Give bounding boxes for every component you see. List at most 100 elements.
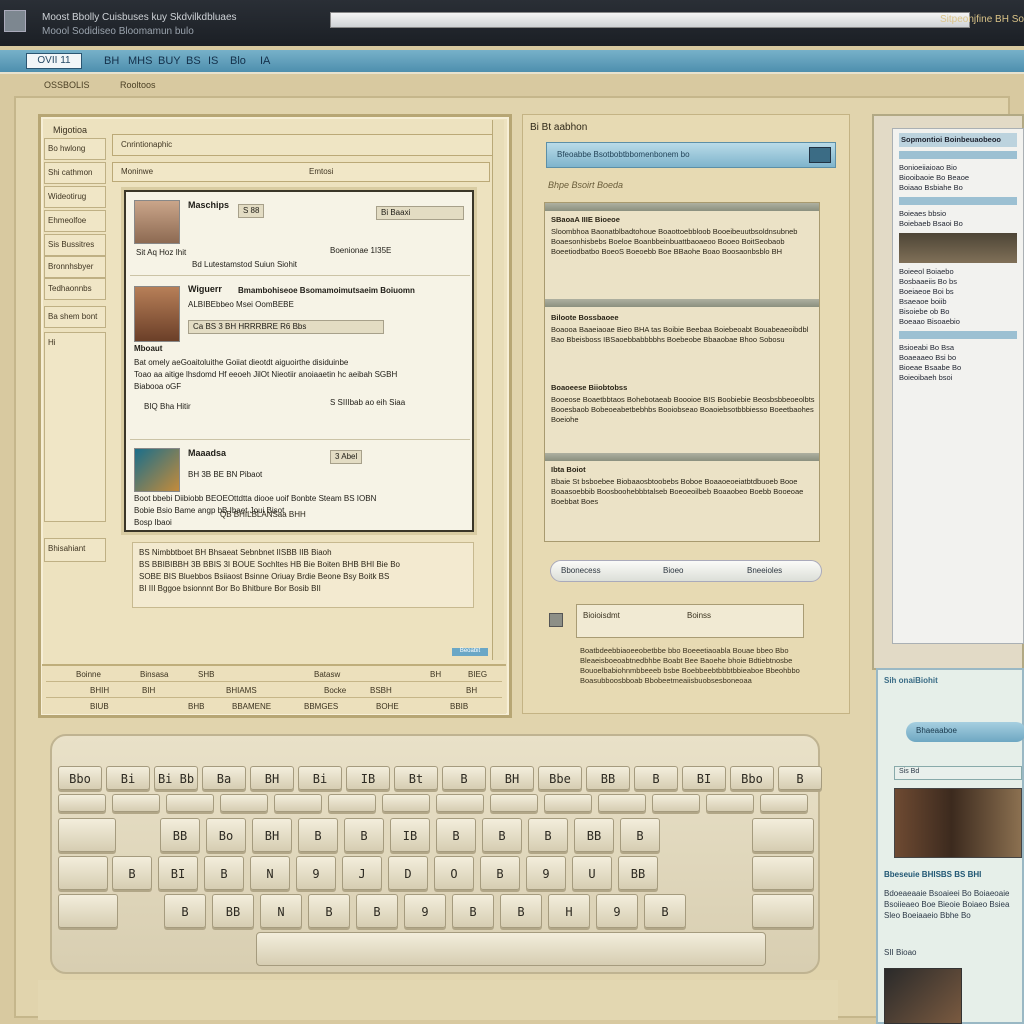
keyboard-key[interactable]: D (388, 856, 428, 890)
keyboard-key[interactable] (58, 818, 116, 852)
toolbar-item[interactable]: IA (260, 55, 270, 67)
breadcrumb[interactable]: Rooltoos (120, 80, 156, 90)
keyboard-key[interactable]: B (164, 894, 206, 928)
action-button[interactable]: Bbonecess (561, 566, 601, 575)
input-form[interactable]: Bioioisdmt Boinss (549, 604, 804, 638)
keyboard-key[interactable]: B (528, 818, 568, 852)
footer-cell[interactable]: BOHE (376, 702, 399, 711)
document-icon[interactable] (549, 613, 563, 627)
toolbar-item[interactable]: BS (186, 55, 201, 67)
footer-cell[interactable]: BBMGES (304, 702, 338, 711)
keyboard-key[interactable] (274, 794, 322, 812)
keyboard-key[interactable] (58, 856, 108, 890)
keyboard-key[interactable]: BI (682, 766, 726, 790)
keyboard-key[interactable] (752, 894, 814, 928)
keyboard-key[interactable] (752, 818, 814, 852)
action-button[interactable]: Bioeo (663, 566, 683, 575)
keyboard-key[interactable]: BH (490, 766, 534, 790)
footer-cell[interactable]: BH (466, 686, 477, 695)
footer-cell[interactable]: BBIB (450, 702, 468, 711)
spacebar-key[interactable] (256, 932, 766, 966)
keyboard-key[interactable]: U (572, 856, 612, 890)
keyboard-key[interactable]: Bi (298, 766, 342, 790)
footer-cell[interactable]: BIUB (90, 702, 109, 711)
sidebar-item[interactable]: Wideotirug (44, 186, 106, 208)
post-actions[interactable]: S SIIIbab ao eih Siaa (330, 398, 405, 407)
footer-cell[interactable]: Bocke (324, 686, 346, 695)
keyboard-key[interactable]: B (634, 766, 678, 790)
footer-cell[interactable]: BIEG (468, 670, 487, 679)
keyboard-key[interactable]: H (548, 894, 590, 928)
keyboard-key[interactable] (760, 794, 808, 812)
keyboard-key[interactable]: Bt (394, 766, 438, 790)
avatar[interactable] (134, 200, 180, 244)
footer-cell[interactable]: Binsasa (140, 670, 168, 679)
photo-image[interactable] (894, 788, 1022, 858)
keyboard-key[interactable]: N (250, 856, 290, 890)
sidebar-item[interactable]: Hi (44, 332, 106, 522)
keyboard-key[interactable] (490, 794, 538, 812)
footer-cell[interactable]: BBAMENE (232, 702, 271, 711)
footer-cell[interactable]: BHIAMS (226, 686, 257, 695)
corner-label[interactable]: Beoabit (452, 648, 488, 656)
keyboard-key[interactable] (58, 894, 118, 928)
sidebar-item[interactable]: Ehmeolfoe (44, 210, 106, 232)
keyboard-key[interactable]: B (204, 856, 244, 890)
sidebar-item[interactable]: Sis Bussitres (44, 234, 106, 256)
post-button[interactable]: Bi Baaxi (376, 206, 464, 220)
keyboard-key[interactable]: BB (586, 766, 630, 790)
keyboard-key[interactable]: J (342, 856, 382, 890)
keyboard-key[interactable]: O (434, 856, 474, 890)
search-bar[interactable]: Bfeoabbe Bsotbobtbbomenbonem bo (546, 142, 836, 168)
user-avatar[interactable] (4, 10, 26, 32)
footer-cell[interactable]: BH (430, 670, 441, 679)
keyboard-key[interactable]: B (308, 894, 350, 928)
avatar[interactable] (134, 286, 180, 342)
keyboard-key[interactable]: 9 (296, 856, 336, 890)
keyboard-key[interactable]: 9 (526, 856, 566, 890)
avatar[interactable] (134, 448, 180, 492)
keyboard-key[interactable]: B (112, 856, 152, 890)
keyboard-key[interactable]: B (452, 894, 494, 928)
keyboard-key[interactable]: B (620, 818, 660, 852)
post-tags[interactable]: Ca BS 3 BH HRRRBRE R6 Bbs (188, 320, 384, 334)
footer-cell[interactable]: BHB (188, 702, 204, 711)
address-bar[interactable] (330, 12, 970, 28)
keyboard-key[interactable]: BB (212, 894, 254, 928)
keyboard-key[interactable]: BH (252, 818, 292, 852)
pill-button[interactable]: Bhaeaaboe (906, 722, 1024, 742)
post-author[interactable]: Wiguerr (188, 284, 222, 294)
keyboard-key[interactable]: Ba (202, 766, 246, 790)
keyboard-key[interactable] (328, 794, 376, 812)
keyboard-key[interactable]: IB (390, 818, 430, 852)
keyboard-key[interactable]: B (482, 818, 522, 852)
keyboard-key[interactable]: BB (574, 818, 614, 852)
sidebar-footer[interactable]: Bhisahiant (44, 538, 106, 562)
keyboard-key[interactable]: B (644, 894, 686, 928)
footer-cell[interactable]: SHB (198, 670, 214, 679)
keyboard-key[interactable] (706, 794, 754, 812)
keyboard-key[interactable]: Bbo (730, 766, 774, 790)
keyboard-key[interactable]: Bbe (538, 766, 582, 790)
keyboard-key[interactable] (436, 794, 484, 812)
toolbar-item[interactable]: Blo (230, 55, 246, 67)
photo-image[interactable] (884, 968, 962, 1024)
keyboard-key[interactable]: Bbo (58, 766, 102, 790)
keyboard-key[interactable]: Bi (106, 766, 150, 790)
footer-cell[interactable]: BIH (142, 686, 155, 695)
post-button[interactable]: 3 Abel (330, 450, 363, 464)
keyboard-key[interactable] (544, 794, 592, 812)
search-icon[interactable] (809, 147, 831, 163)
keyboard-key[interactable]: B (298, 818, 338, 852)
toolbar-item[interactable]: MHS (128, 55, 152, 67)
keyboard-key[interactable]: BI (158, 856, 198, 890)
keyboard-key[interactable]: B (436, 818, 476, 852)
keyboard-key[interactable]: B (778, 766, 822, 790)
keyboard-key[interactable]: B (500, 894, 542, 928)
vertical-scrollbar[interactable] (492, 120, 504, 660)
keyboard-key[interactable] (166, 794, 214, 812)
toolbar-item[interactable]: BH (104, 55, 119, 67)
keyboard-key[interactable]: BH (250, 766, 294, 790)
card-tab[interactable]: Sis Bd (894, 766, 1022, 780)
keyboard-key[interactable]: IB (346, 766, 390, 790)
